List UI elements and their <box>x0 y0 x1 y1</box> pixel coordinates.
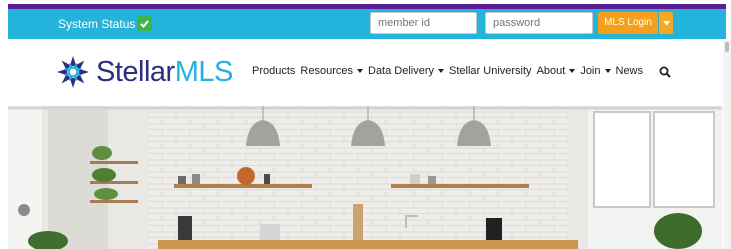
nav-item-products[interactable]: Products <box>252 65 295 77</box>
caret-down-icon <box>438 69 445 73</box>
caret-down-icon <box>604 69 611 73</box>
nav-item-label: Products <box>252 65 296 77</box>
page: System Status MLS Login <box>0 0 731 249</box>
brand-name-part2: MLS <box>174 56 234 88</box>
caret-down-icon[interactable] <box>659 12 673 34</box>
caret-down-icon <box>569 69 576 73</box>
hero-kitchen-illustration <box>8 106 722 249</box>
utility-bar: System Status MLS Login <box>8 9 726 39</box>
scrollbar-thumb[interactable] <box>725 42 729 52</box>
nav-item-news[interactable]: News <box>616 65 644 77</box>
system-status-label[interactable]: System Status <box>58 17 135 31</box>
nav-item-data-delivery[interactable]: Data Delivery <box>368 65 445 77</box>
nav-item-join[interactable]: Join <box>580 65 611 77</box>
hero-image <box>8 106 722 249</box>
nav-item-about[interactable]: About <box>537 65 576 77</box>
caret-down-icon <box>357 69 363 73</box>
password-input[interactable] <box>485 12 593 34</box>
search-icon[interactable] <box>659 66 671 78</box>
nav-item-label: Data Delivery <box>368 65 435 77</box>
brand-wordmark[interactable]: StellarMLS <box>96 55 233 89</box>
member-id-input[interactable] <box>370 12 477 34</box>
mls-login-button[interactable]: MLS Login <box>598 12 658 34</box>
nav-item-label: About <box>536 65 566 77</box>
nav-item-resources[interactable]: Resources <box>300 65 363 77</box>
scrollbar-track[interactable] <box>723 40 731 249</box>
nav-item-label: Join <box>580 65 601 77</box>
nav-item-stellar-university[interactable]: Stellar University <box>449 65 532 77</box>
star-logo-icon[interactable] <box>56 55 90 89</box>
main-nav: Products Resources Data Delivery Stellar… <box>252 65 648 77</box>
brand-name-part1: Stellar <box>96 56 175 88</box>
nav-item-label: News <box>615 65 644 77</box>
nav-item-label: Resources <box>300 65 353 77</box>
nav-item-label: Stellar University <box>449 65 532 77</box>
check-icon[interactable] <box>137 16 152 31</box>
